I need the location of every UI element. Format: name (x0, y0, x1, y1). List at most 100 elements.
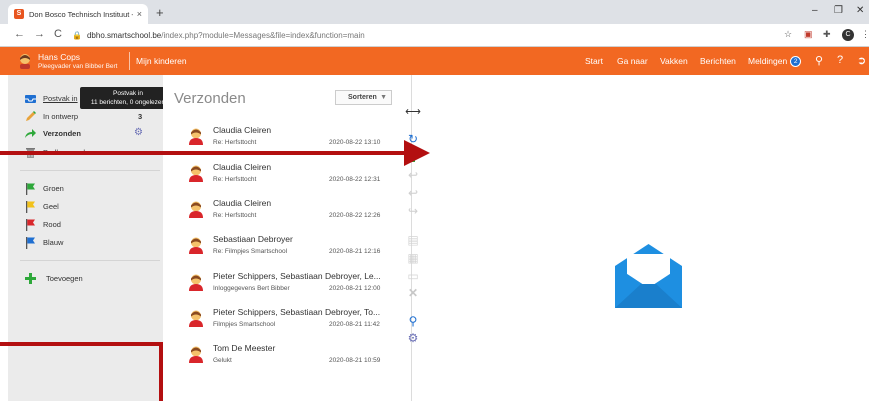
envelope-icon (615, 244, 682, 308)
nav-vakken[interactable]: Vakken (660, 56, 688, 66)
notification-badge: 2 (790, 56, 802, 68)
reply-icon[interactable]: ↩ (405, 168, 421, 182)
label-green[interactable]: Groen (24, 181, 64, 195)
print-icon[interactable]: ▤ (405, 233, 421, 247)
tooltip-detail: 11 berichten, 0 ongelezen (90, 99, 166, 106)
user-name[interactable]: Hans Cops (38, 52, 80, 62)
browser-tab[interactable]: S Don Bosco Technisch Instituut - S × (8, 4, 148, 24)
nav-meldingen-label: Meldingen (748, 56, 788, 66)
person-avatar-icon (189, 237, 203, 254)
person-avatar-icon (189, 201, 203, 218)
browser-tab-bar: S Don Bosco Technisch Instituut - S × + … (0, 0, 869, 24)
browser-menu-icon[interactable]: ⋮ (861, 29, 869, 40)
tooltip-title: Postvak in (113, 90, 143, 97)
reload-button[interactable]: C (54, 28, 62, 40)
folder-sent[interactable]: Verzonden (24, 126, 81, 140)
label-yellow[interactable]: Geel (24, 199, 59, 213)
folder-drafts[interactable]: In ontwerp (24, 109, 78, 123)
tab-title: Don Bosco Technisch Instituut - S (29, 9, 133, 19)
nav-start[interactable]: Start (585, 56, 603, 66)
message-date: 2020-08-21 11:42 (329, 321, 380, 328)
message-date: 2020-08-21 12:16 (329, 248, 381, 255)
label-blue-text: Blauw (43, 237, 64, 247)
sort-label: Sorteren (348, 94, 377, 101)
url-input[interactable]: 🔒 dbho.smartschool.be/index.php?module=Me… (72, 28, 772, 43)
person-avatar-icon (189, 128, 203, 145)
nav-meldingen[interactable]: Meldingen 2 (748, 56, 802, 68)
nav-ga-naar[interactable]: Ga naar (617, 56, 648, 66)
settings-icon[interactable]: ⚙ (405, 331, 421, 345)
message-date: 2020-08-22 12:26 (329, 212, 381, 219)
message-date: 2020-08-22 13:10 (329, 139, 381, 146)
label-red[interactable]: Rood (24, 217, 61, 231)
message-recipient: Sebastiaan Debroyer (213, 234, 293, 244)
message-recipient: Pieter Schippers, Sebastiaan Debroyer, L… (213, 271, 381, 281)
user-role: Pleegvader van Bibber Bert (38, 63, 118, 70)
nav-berichten[interactable]: Berichten (700, 56, 736, 66)
label-red-text: Rood (43, 219, 61, 229)
logout-icon[interactable]: ➲ (857, 54, 866, 67)
message-subject: Re: Herfsttocht (213, 139, 257, 146)
back-button[interactable]: ← (14, 28, 25, 40)
address-bar-row: ← → C 🔒 dbho.smartschool.be/index.php?mod… (0, 24, 869, 47)
message-row[interactable]: Claudia Cleiren Re: Herfsttocht 2020-08-22… (186, 162, 396, 190)
message-row[interactable]: Claudia Cleiren Re: Herfsttocht 2020-08-22… (186, 198, 396, 226)
move-icon[interactable]: ▭ (405, 269, 421, 283)
user-avatar-icon[interactable] (18, 53, 32, 69)
add-label-button[interactable]: Toevoegen (24, 271, 83, 285)
person-avatar-icon (189, 310, 203, 327)
maximize-button[interactable]: ❐ (834, 5, 843, 16)
reply-all-icon[interactable]: ↩ (405, 186, 421, 200)
message-row[interactable]: Claudia Cleiren Re: Herfsttocht 2020-08-22… (186, 125, 396, 153)
folder-inbox[interactable]: Postvak in (24, 91, 78, 105)
folder-settings-gear-icon[interactable]: ⚙ (134, 127, 143, 138)
message-recipient: Tom De Meester (213, 343, 276, 353)
pencil-icon (26, 110, 36, 121)
add-label-text: Toevoegen (46, 273, 83, 283)
delete-icon[interactable]: ✕ (405, 286, 421, 300)
forward-icon[interactable]: ↪ (405, 204, 421, 218)
annotation-box-top (0, 342, 163, 346)
label-yellow-text: Geel (43, 201, 59, 211)
folder-drafts-label: In ontwerp (43, 111, 79, 121)
archive-icon[interactable]: ▦ (405, 251, 421, 265)
help-icon[interactable]: ? (837, 54, 843, 66)
search-icon[interactable]: ⚲ (815, 54, 823, 67)
message-recipient: Claudia Cleiren (213, 125, 272, 135)
sort-dropdown[interactable]: Sorteren ▼ (335, 90, 392, 105)
message-row[interactable]: Pieter Schippers, Sebastiaan Debroyer, L… (186, 271, 396, 299)
search-icon[interactable]: ⚲ (405, 314, 421, 328)
person-avatar-icon (189, 165, 203, 182)
list-title: Verzonden (174, 90, 246, 107)
bookmark-star-icon[interactable]: ☆ (784, 29, 792, 40)
plus-icon (25, 272, 36, 284)
red-flag-icon (26, 218, 35, 231)
blue-flag-icon (26, 236, 35, 249)
resize-icon[interactable]: ⟷ (405, 105, 421, 119)
my-children-link[interactable]: Mijn kinderen (136, 56, 187, 66)
annotation-arrow-line (0, 151, 410, 155)
tab-close-icon[interactable]: × (137, 9, 142, 19)
extensions-puzzle-icon[interactable]: ✚ (823, 29, 831, 40)
message-row[interactable]: Pieter Schippers, Sebastiaan Debroyer, T… (186, 307, 396, 335)
window-close-button[interactable]: ✕ (856, 5, 864, 16)
label-blue[interactable]: Blauw (24, 235, 63, 249)
message-row[interactable]: Tom De Meester Gelukt 2020-08-21 10:59 (186, 343, 396, 371)
forward-button[interactable]: → (34, 28, 45, 40)
new-tab-button[interactable]: + (156, 5, 164, 20)
sidebar-divider (20, 170, 160, 171)
message-subject: Inloggegevens Bert Bibber (213, 285, 290, 292)
extension-icon[interactable]: ▣ (804, 29, 813, 40)
app-header: Hans Cops Pleegvader van Bibber Bert Mij… (0, 47, 869, 75)
minimize-button[interactable]: – (812, 5, 818, 16)
profile-avatar[interactable]: C (842, 29, 854, 41)
message-subject: Re: Herfsttocht (213, 176, 257, 183)
sidebar-divider (20, 260, 160, 261)
favicon-icon: S (14, 9, 24, 19)
url-host: dbho.smartschool.be (86, 31, 162, 40)
person-avatar-icon (189, 274, 203, 291)
message-date: 2020-08-22 12:31 (329, 176, 381, 183)
annotation-arrowhead (404, 140, 430, 166)
message-row[interactable]: Sebastiaan Debroyer Re: Filmpjes Smartsch… (186, 234, 396, 262)
url-path: /index.php?module=Messages&file=index&fu… (161, 31, 365, 40)
